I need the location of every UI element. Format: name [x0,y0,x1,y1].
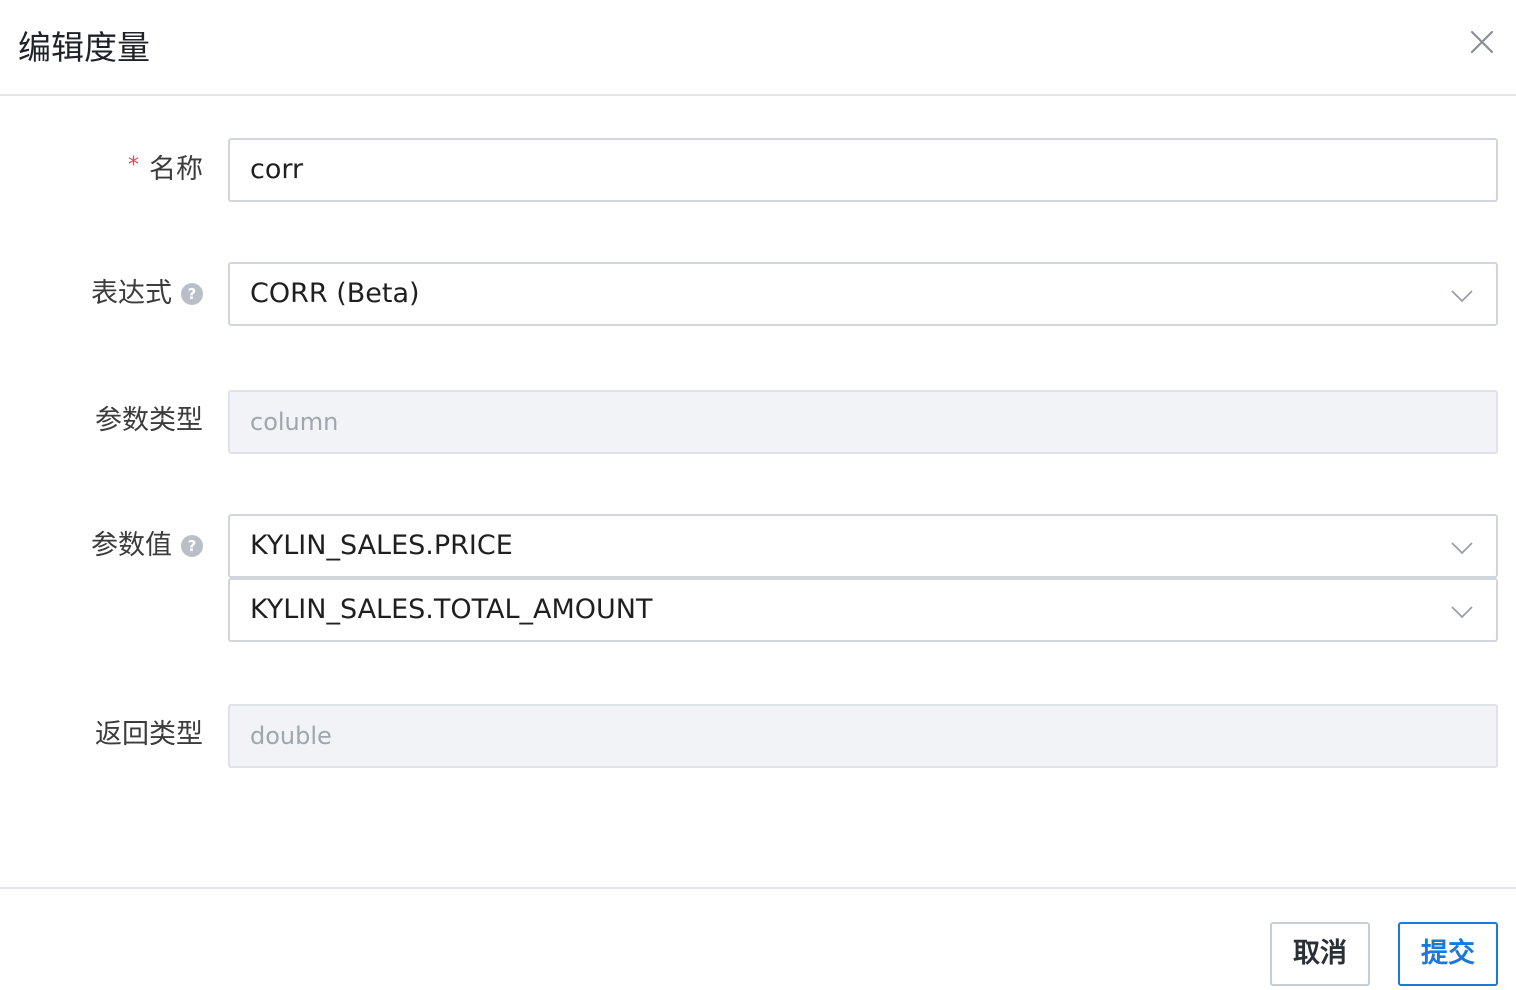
name-label: 名称 [149,154,203,185]
question-icon[interactable]: ? [181,535,203,557]
expression-select[interactable]: CORR (Beta) [228,262,1498,326]
return-type-label: 返回类型 [95,719,203,750]
chevron-down-icon [1451,606,1473,619]
param-value-select-1[interactable]: KYLIN_SALES.PRICE [228,514,1498,578]
param-type-label: 参数类型 [95,405,203,436]
name-field[interactable] [228,138,1498,202]
param-type-label-row: 参数类型 [95,403,203,439]
close-button[interactable] [1466,26,1498,58]
submit-button[interactable]: 提交 [1398,922,1498,986]
edit-measure-dialog: 编辑度量 * 名称 表达式 ? CORR (Beta) 参数类型 column … [0,0,1516,990]
expression-label-row: 表达式 ? [91,276,203,312]
dialog-header: 编辑度量 [0,0,1516,96]
chevron-down-icon [1451,542,1473,555]
param-value-select-2[interactable]: KYLIN_SALES.TOTAL_AMOUNT [228,578,1498,642]
return-type-value: double [250,722,332,750]
question-icon[interactable]: ? [181,283,203,305]
close-icon [1470,30,1494,54]
required-mark: * [128,153,139,178]
param-value-selected-2: KYLIN_SALES.TOTAL_AMOUNT [250,594,653,625]
param-type-value: column [250,408,339,436]
chevron-down-icon [1451,290,1473,303]
dialog-title: 编辑度量 [18,28,150,67]
expression-label: 表达式 [91,278,172,309]
return-type-field: double [228,704,1498,768]
name-input[interactable] [250,140,1430,200]
param-value-label-row: 参数值 ? [91,528,203,564]
cancel-button[interactable]: 取消 [1270,922,1370,986]
param-value-label: 参数值 [91,530,172,561]
param-type-field: column [228,390,1498,454]
param-value-selected-1: KYLIN_SALES.PRICE [250,530,513,561]
name-label-row: * 名称 [128,152,203,188]
expression-selected-value: CORR (Beta) [250,278,420,309]
return-type-label-row: 返回类型 [95,717,203,753]
